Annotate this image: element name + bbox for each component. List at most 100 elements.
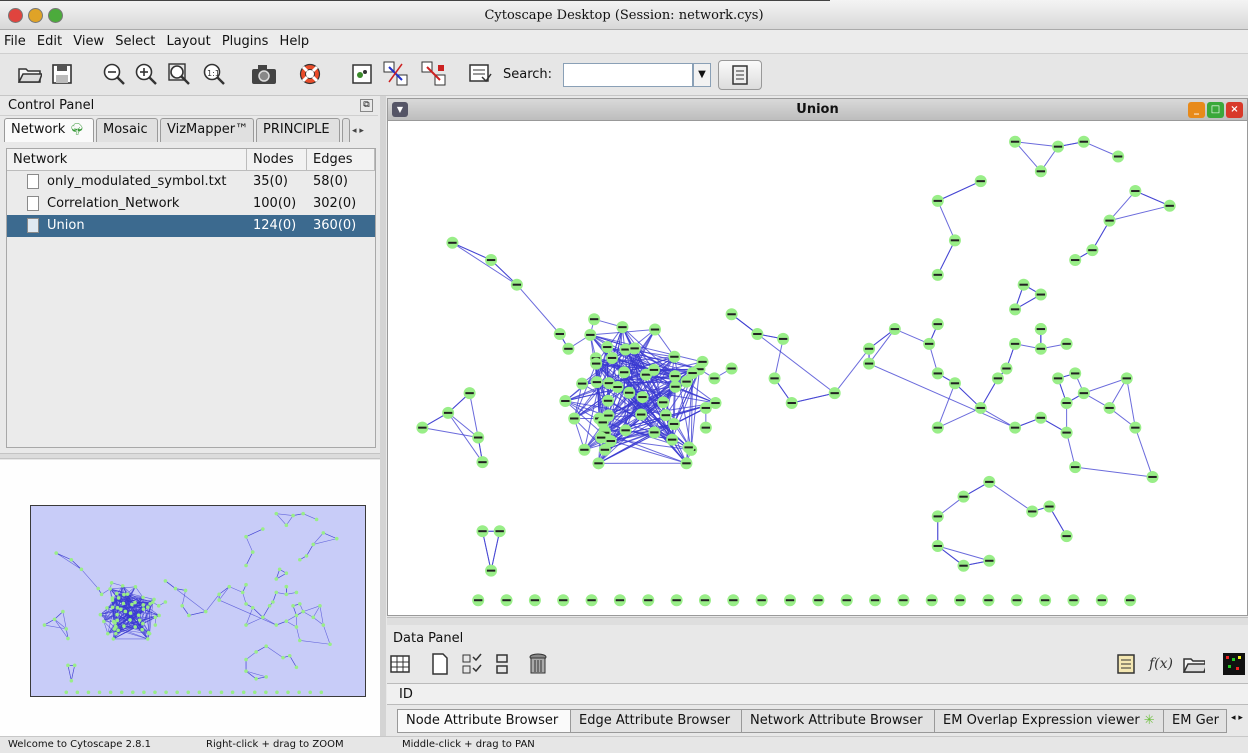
network-node[interactable] — [141, 607, 146, 611]
network-node[interactable] — [110, 598, 115, 602]
network-edge[interactable] — [71, 559, 82, 570]
tab-edge-attribute-browser[interactable]: Edge Attribute Browser — [570, 709, 742, 733]
network-node[interactable] — [122, 624, 126, 628]
network-edge[interactable] — [834, 348, 870, 394]
network-node[interactable] — [241, 690, 246, 695]
network-node[interactable] — [116, 596, 121, 600]
network-node[interactable] — [133, 585, 138, 589]
network-node[interactable] — [284, 523, 289, 527]
attribute-list-icon[interactable] — [1115, 653, 1137, 675]
network-node[interactable] — [267, 604, 272, 608]
network-edge[interactable] — [245, 651, 257, 660]
tab-em-overlap-expression-viewer[interactable]: EM Overlap Expression viewer ✳ — [934, 709, 1164, 733]
network-edge[interactable] — [229, 586, 243, 593]
network-node[interactable] — [254, 650, 258, 654]
network-node[interactable] — [244, 534, 248, 539]
network-node[interactable] — [208, 690, 213, 695]
network-edge[interactable] — [44, 624, 67, 630]
network-node[interactable] — [141, 621, 145, 626]
heatmap-icon[interactable] — [1223, 653, 1245, 675]
network-edge[interactable] — [490, 531, 501, 571]
network-node[interactable] — [140, 627, 144, 632]
network-edge[interactable] — [262, 605, 270, 618]
maximize-view-icon[interactable]: □ — [1207, 102, 1224, 118]
network-node[interactable] — [274, 590, 279, 595]
network-node[interactable] — [175, 690, 179, 695]
network-edge[interactable] — [1075, 466, 1153, 478]
network-node[interactable] — [319, 690, 324, 695]
network-node[interactable] — [123, 609, 128, 614]
network-node[interactable] — [298, 638, 302, 643]
data-panel-splitter[interactable] — [387, 617, 1248, 625]
network-node[interactable] — [153, 690, 157, 695]
network-node[interactable] — [286, 690, 290, 695]
column-header-edges[interactable]: Edges — [307, 149, 375, 171]
network-node[interactable] — [311, 542, 316, 547]
search-dropdown-button[interactable]: ▼ — [693, 63, 711, 87]
menu-view[interactable]: View — [69, 30, 107, 49]
zoom-out-icon[interactable] — [100, 60, 128, 88]
network-node[interactable] — [106, 631, 110, 636]
tab-network-attribute-browser[interactable]: Network Attribute Browser — [741, 709, 935, 733]
network-edge[interactable] — [56, 552, 82, 570]
network-node[interactable] — [264, 690, 268, 695]
network-node[interactable] — [284, 584, 289, 589]
network-node[interactable] — [141, 603, 146, 607]
network-node[interactable] — [145, 637, 150, 641]
network-node[interactable] — [203, 609, 208, 614]
network-node[interactable] — [97, 690, 102, 695]
network-edge[interactable] — [1015, 141, 1059, 148]
network-node[interactable] — [274, 577, 279, 581]
network-edge[interactable] — [422, 427, 479, 439]
network-node[interactable] — [109, 581, 114, 585]
network-node[interactable] — [66, 636, 70, 641]
network-node[interactable] — [308, 690, 313, 695]
network-edge[interactable] — [252, 607, 264, 618]
minimize-view-icon[interactable]: _ — [1188, 102, 1205, 118]
network-node[interactable] — [297, 690, 301, 695]
network-node[interactable] — [291, 513, 295, 518]
network-edge[interactable] — [245, 528, 263, 537]
network-node[interactable] — [131, 690, 135, 695]
network-node[interactable] — [122, 592, 126, 597]
tab-scroll-arrows-icon[interactable]: ◂ ▸ — [1231, 713, 1243, 723]
tab-network[interactable]: Network 🌳︎ — [4, 118, 94, 142]
network-node[interactable] — [110, 605, 115, 610]
camera-icon[interactable] — [250, 60, 278, 88]
network-edge[interactable] — [516, 284, 561, 335]
network-node[interactable] — [294, 625, 299, 629]
network-node[interactable] — [274, 623, 279, 627]
menu-help[interactable]: Help — [276, 30, 313, 49]
network-node[interactable] — [244, 602, 248, 606]
network-node[interactable] — [42, 623, 47, 627]
select-checklist-icon[interactable] — [461, 653, 483, 675]
network-node[interactable] — [114, 591, 119, 596]
network-node[interactable] — [284, 619, 289, 623]
network-node[interactable] — [111, 637, 116, 641]
network-node[interactable] — [271, 600, 275, 604]
panel-splitter[interactable] — [0, 453, 380, 459]
network-node[interactable] — [163, 600, 168, 604]
network-edge[interactable] — [323, 624, 331, 645]
network-node[interactable] — [145, 605, 150, 609]
network-edge[interactable] — [469, 393, 479, 438]
tab-vizmapper[interactable]: VizMapper™ — [160, 118, 254, 142]
network-node[interactable] — [264, 644, 268, 648]
tab-overflow[interactable] — [342, 118, 350, 142]
column-toggle-icon[interactable] — [491, 653, 513, 675]
network-node[interactable] — [163, 579, 168, 583]
network-node[interactable] — [152, 597, 156, 602]
network-edge[interactable] — [319, 605, 324, 626]
network-edge[interactable] — [296, 626, 301, 641]
network-node[interactable] — [252, 690, 257, 695]
network-node[interactable] — [219, 690, 224, 695]
network-edge[interactable] — [67, 665, 72, 681]
network-edge[interactable] — [303, 513, 317, 520]
network-edge[interactable] — [313, 617, 324, 626]
network-node[interactable] — [137, 618, 142, 622]
network-node[interactable] — [108, 587, 112, 591]
network-edge[interactable] — [81, 569, 99, 589]
network-node[interactable] — [180, 604, 184, 608]
hide-edges-icon[interactable] — [420, 60, 448, 88]
network-node[interactable] — [311, 615, 316, 620]
